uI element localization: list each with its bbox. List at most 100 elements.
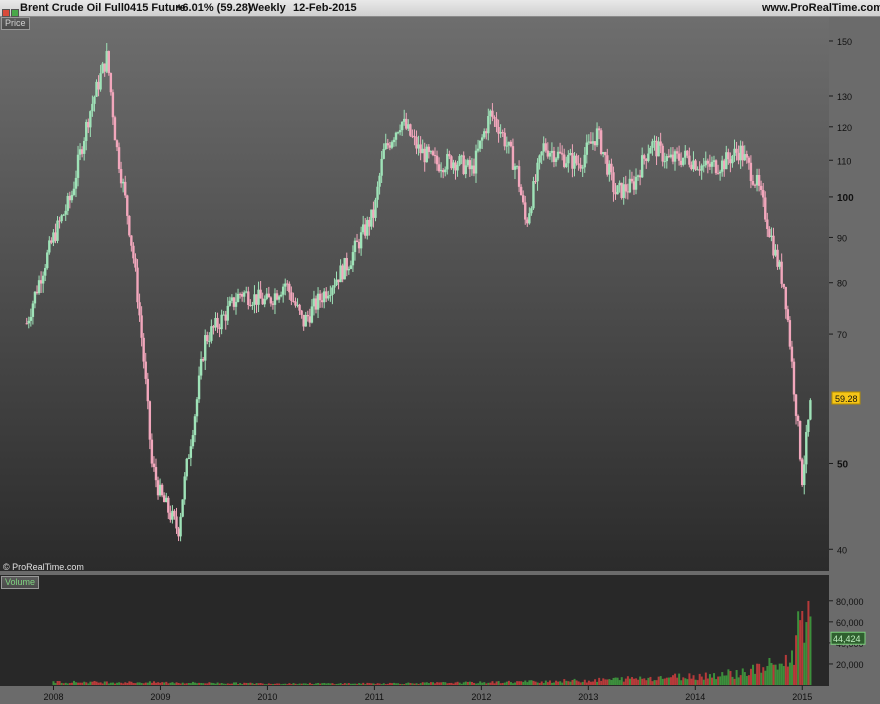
candle-body bbox=[421, 148, 424, 154]
volume-bar bbox=[602, 678, 605, 685]
volume-bar bbox=[723, 675, 726, 685]
volume-bar bbox=[452, 683, 455, 685]
candle-body bbox=[571, 152, 574, 169]
volume-bar bbox=[479, 681, 482, 685]
candle-body bbox=[776, 249, 779, 267]
price-pane[interactable] bbox=[0, 17, 829, 571]
candle-body bbox=[273, 293, 277, 305]
volume-bar bbox=[233, 682, 236, 685]
volume-bar bbox=[559, 681, 562, 685]
candle-body bbox=[462, 155, 465, 175]
candle-body bbox=[230, 297, 234, 301]
volume-bar bbox=[366, 682, 369, 685]
candle-body bbox=[220, 314, 223, 330]
volume-bar bbox=[327, 683, 330, 685]
volume-bar bbox=[522, 681, 525, 685]
candle-body bbox=[355, 240, 359, 242]
candle-body bbox=[599, 130, 603, 154]
volume-bar bbox=[440, 682, 443, 685]
volume-pane-label[interactable]: Volume bbox=[1, 576, 40, 589]
volume-bar bbox=[799, 620, 802, 685]
volume-bar bbox=[415, 683, 418, 685]
volume-bar bbox=[737, 677, 740, 685]
volume-bar bbox=[780, 663, 783, 685]
candle-body bbox=[111, 92, 115, 118]
candle-body bbox=[673, 151, 677, 162]
candle-body bbox=[753, 184, 757, 186]
volume-bar bbox=[243, 682, 246, 685]
candle-body bbox=[298, 304, 301, 311]
volume-bar bbox=[477, 683, 480, 685]
candle-body bbox=[698, 169, 701, 171]
volume-bar bbox=[382, 683, 385, 685]
price-pane-label[interactable]: Price bbox=[1, 17, 30, 30]
candle-body bbox=[195, 399, 199, 417]
candle-body bbox=[247, 291, 250, 306]
candle-body bbox=[234, 301, 238, 307]
volume-bar bbox=[329, 683, 332, 685]
volume-bar bbox=[341, 684, 344, 685]
volume-bar bbox=[680, 680, 683, 685]
volume-bar bbox=[298, 683, 301, 685]
candle-body bbox=[25, 323, 28, 325]
candle-body bbox=[76, 154, 80, 178]
volume-bar bbox=[296, 684, 299, 685]
price-tick-label: 150 bbox=[837, 37, 852, 47]
volume-bar bbox=[66, 683, 69, 685]
volume-bar bbox=[144, 682, 147, 685]
volume-bar bbox=[261, 683, 264, 685]
volume-bar bbox=[278, 683, 281, 685]
candle-body bbox=[331, 287, 334, 295]
volume-bar bbox=[101, 683, 104, 685]
candle-body bbox=[197, 375, 201, 400]
candle-body bbox=[470, 165, 474, 170]
candle-body bbox=[427, 146, 431, 153]
volume-bar bbox=[167, 683, 170, 685]
volume-bar bbox=[807, 600, 810, 685]
volume-bar bbox=[516, 681, 519, 685]
candle-body bbox=[444, 169, 447, 173]
candle-body bbox=[688, 155, 691, 165]
volume-bar bbox=[409, 683, 412, 685]
volume-bar bbox=[202, 683, 205, 685]
candle-body bbox=[532, 181, 535, 209]
candle-body bbox=[191, 435, 195, 447]
volume-bar bbox=[267, 683, 270, 685]
candle-body bbox=[585, 142, 588, 155]
candle-body bbox=[612, 172, 615, 193]
detach-icon[interactable] bbox=[11, 9, 19, 17]
candle-body bbox=[423, 148, 426, 163]
candle-body bbox=[809, 400, 812, 420]
candle-body bbox=[341, 265, 344, 280]
volume-bar bbox=[501, 682, 504, 685]
candle-body bbox=[261, 298, 264, 305]
volume-bar bbox=[628, 678, 631, 685]
volume-bar bbox=[427, 683, 430, 685]
candle-body bbox=[661, 145, 664, 162]
candle-body bbox=[152, 463, 156, 468]
volume-bar bbox=[111, 682, 114, 685]
volume-bar bbox=[317, 682, 320, 685]
last-volume-label: 44,424 bbox=[833, 634, 861, 644]
candle-body bbox=[150, 439, 154, 464]
volume-bar bbox=[633, 678, 636, 685]
volume-bar bbox=[97, 682, 100, 685]
candle-body bbox=[534, 181, 537, 183]
volume-pane[interactable] bbox=[0, 575, 829, 686]
candle-body bbox=[601, 152, 605, 154]
close-icon[interactable] bbox=[2, 9, 10, 17]
volume-bar bbox=[175, 682, 178, 685]
volume-bar bbox=[788, 662, 791, 685]
candle-body bbox=[550, 150, 554, 153]
chart-canvas[interactable]: 405070809010011012013015059.2820,00040,0… bbox=[0, 17, 880, 704]
candle-body bbox=[647, 153, 650, 161]
candle-body bbox=[581, 167, 584, 169]
volume-bar bbox=[313, 684, 316, 685]
price-tick-label: 110 bbox=[837, 156, 851, 166]
candle-body bbox=[729, 159, 732, 164]
candle-body bbox=[361, 224, 365, 233]
candle-body bbox=[762, 189, 765, 198]
candle-body bbox=[306, 314, 309, 317]
candle-body bbox=[710, 161, 714, 167]
candle-body bbox=[396, 132, 400, 134]
